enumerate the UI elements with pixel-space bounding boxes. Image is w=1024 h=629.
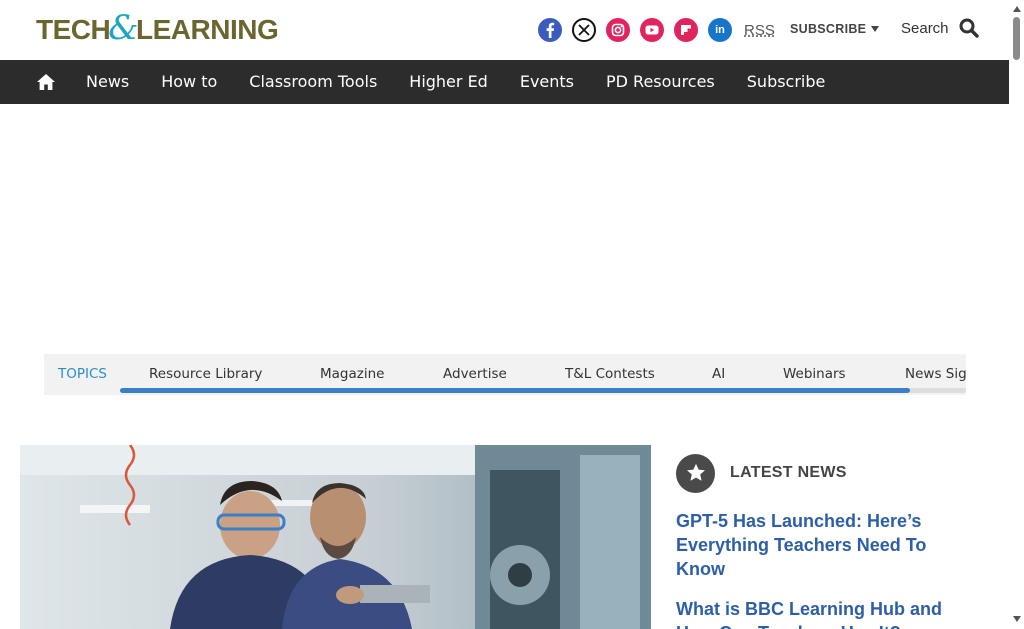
nav-home[interactable] <box>24 60 68 104</box>
topic-tl-contests[interactable]: T&L Contests <box>565 366 655 382</box>
featured-article-image[interactable] <box>20 445 651 629</box>
nav-item-classroom-tools[interactable]: Classroom Tools <box>233 60 393 104</box>
latest-news-panel: LATEST NEWS GPT-5 Has Launched: Here’s E… <box>676 453 976 629</box>
scroll-thumb[interactable] <box>1013 17 1020 60</box>
topic-news-signup[interactable]: News Sig <box>905 366 966 382</box>
search-label: Search <box>901 19 949 37</box>
news-link-bbc-learning-hub[interactable]: What is BBC Learning Hub and How Can Tea… <box>676 597 976 629</box>
main-nav: News How to Classroom Tools Higher Ed Ev… <box>0 60 1009 104</box>
nav-item-events[interactable]: Events <box>504 60 590 104</box>
home-icon <box>37 74 55 90</box>
rss-link[interactable]: RSS <box>744 22 775 39</box>
x-icon[interactable] <box>572 18 596 42</box>
nav-item-higher-ed[interactable]: Higher Ed <box>393 60 504 104</box>
top-header: TECH & LEARNING in RSS SUBSCRIBE Search <box>0 0 1009 60</box>
site-logo[interactable]: TECH & LEARNING <box>36 8 279 48</box>
topics-bar: TOPICS Resource Library Magazine Adverti… <box>44 354 966 395</box>
logo-ampersand: & <box>108 8 138 48</box>
workshop-photo <box>20 445 651 629</box>
youtube-icon[interactable] <box>640 18 664 42</box>
linkedin-icon[interactable]: in <box>708 18 732 42</box>
ad-slot <box>0 104 1009 354</box>
subscribe-label: SUBSCRIBE <box>790 22 867 36</box>
scroll-up-arrow-icon[interactable] <box>1013 6 1021 12</box>
social-links: in RSS <box>538 18 775 42</box>
topic-resource-library[interactable]: Resource Library <box>149 366 262 382</box>
nav-item-news[interactable]: News <box>70 60 145 104</box>
subscribe-dropdown[interactable]: SUBSCRIBE <box>790 22 880 36</box>
nav-item-subscribe[interactable]: Subscribe <box>731 60 842 104</box>
search-icon <box>959 18 979 38</box>
search-button[interactable]: Search <box>901 18 979 38</box>
logo-tech: TECH <box>36 14 111 45</box>
topic-webinars[interactable]: Webinars <box>783 366 846 382</box>
nav-item-pd-resources[interactable]: PD Resources <box>590 60 731 104</box>
scroll-down-arrow-icon[interactable] <box>1013 616 1021 622</box>
flipboard-icon[interactable] <box>674 18 698 42</box>
latest-news-title: LATEST NEWS <box>730 464 847 481</box>
topics-scroll-track[interactable] <box>120 388 966 393</box>
star-icon <box>676 453 715 493</box>
page-scrollbar[interactable] <box>1009 0 1024 629</box>
topic-advertise[interactable]: Advertise <box>443 366 507 382</box>
topic-magazine[interactable]: Magazine <box>320 366 384 382</box>
topic-ai[interactable]: AI <box>712 366 725 382</box>
logo-learning: LEARNING <box>136 14 279 45</box>
topics-scroll-thumb[interactable] <box>120 388 910 393</box>
topics-label: TOPICS <box>58 366 107 382</box>
nav-item-how-to[interactable]: How to <box>145 60 233 104</box>
facebook-icon[interactable] <box>538 18 562 42</box>
instagram-icon[interactable] <box>606 18 630 42</box>
latest-news-header: LATEST NEWS <box>676 453 976 493</box>
news-link-gpt5[interactable]: GPT-5 Has Launched: Here’s Everything Te… <box>676 509 976 581</box>
caret-down-icon <box>871 26 880 32</box>
